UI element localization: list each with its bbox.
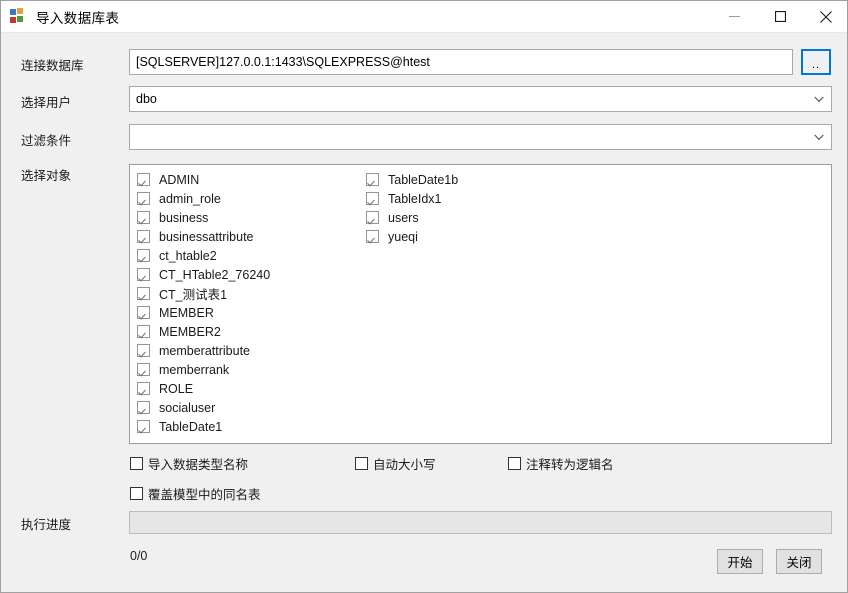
option-overwrite-same-name-tables[interactable]: 覆盖模型中的同名表 [130, 484, 261, 503]
import-database-tables-dialog: 导入数据库表 连接数据库 [SQLSERVER]127.0.0.1:1433\S… [0, 0, 848, 593]
list-item-label: admin_role [159, 191, 221, 206]
list-item-label: ROLE [159, 381, 194, 396]
list-item[interactable]: ROLE [137, 379, 270, 398]
list-item-label: TableIdx1 [388, 191, 442, 206]
checkbox-checked-icon[interactable] [137, 363, 150, 376]
list-item-label: yueqi [388, 229, 418, 244]
option-label: 导入数据类型名称 [148, 458, 249, 472]
start-button[interactable]: 开始 [717, 549, 763, 574]
user-select[interactable]: dbo [129, 86, 832, 112]
checkbox-checked-icon[interactable] [137, 287, 150, 300]
objects-column-right: TableDate1b TableIdx1 users yueqi [366, 170, 458, 246]
list-item[interactable]: memberattribute [137, 341, 270, 360]
list-item[interactable]: TableDate1 [137, 417, 270, 436]
checkbox-checked-icon[interactable] [137, 268, 150, 281]
checkbox-checked-icon[interactable] [137, 173, 150, 186]
checkbox-checked-icon[interactable] [137, 344, 150, 357]
list-item-label: users [388, 210, 419, 225]
checkbox-checked-icon[interactable] [137, 420, 150, 433]
list-item-label: businessattribute [159, 229, 254, 244]
checkbox-checked-icon[interactable] [137, 249, 150, 262]
checkbox-checked-icon[interactable] [137, 325, 150, 338]
checkbox-checked-icon[interactable] [366, 173, 379, 186]
checkbox-icon [355, 457, 368, 470]
maximize-icon [774, 11, 786, 22]
filter-label: 过滤条件 [21, 134, 72, 148]
checkbox-checked-icon[interactable] [137, 192, 150, 205]
progress-count: 0/0 [130, 549, 148, 563]
list-item-label: MEMBER2 [159, 324, 221, 339]
checkbox-checked-icon[interactable] [137, 230, 150, 243]
checkbox-checked-icon[interactable] [137, 382, 150, 395]
filter-select[interactable] [129, 124, 832, 150]
progress-bar [129, 511, 832, 534]
option-auto-case[interactable]: 自动大小写 [355, 454, 436, 473]
list-item-label: TableDate1b [388, 172, 459, 187]
chevron-down-icon [807, 96, 831, 103]
close-button[interactable] [803, 1, 847, 32]
connection-label: 连接数据库 [21, 59, 84, 73]
list-item-label: ct_htable2 [159, 248, 217, 263]
list-item[interactable]: ADMIN [137, 170, 270, 189]
objects-column-left: ADMIN admin_role business businessattribute… [137, 170, 270, 436]
minimize-icon [728, 16, 740, 17]
list-item[interactable]: MEMBER2 [137, 322, 270, 341]
checkbox-icon [130, 457, 143, 470]
chevron-down-icon [807, 134, 831, 141]
list-item[interactable]: CT_HTable2_76240 [137, 265, 270, 284]
checkbox-checked-icon[interactable] [366, 211, 379, 224]
close-dialog-button[interactable]: 关闭 [776, 549, 822, 574]
checkbox-checked-icon[interactable] [366, 230, 379, 243]
checkbox-checked-icon[interactable] [137, 306, 150, 319]
list-item-label: TableDate1 [159, 419, 223, 434]
browse-button-label: .. [811, 58, 821, 71]
window-controls [711, 1, 847, 32]
list-item[interactable]: socialuser [137, 398, 270, 417]
minimize-button[interactable] [711, 1, 757, 32]
list-item-label: MEMBER [159, 305, 214, 320]
user-label: 选择用户 [21, 96, 72, 110]
option-label: 覆盖模型中的同名表 [148, 488, 261, 502]
maximize-button[interactable] [757, 1, 803, 32]
list-item-label: business [159, 210, 209, 225]
list-item[interactable]: TableIdx1 [366, 189, 458, 208]
option-import-datatype-name[interactable]: 导入数据类型名称 [130, 454, 248, 473]
checkbox-icon [508, 457, 521, 470]
browse-button[interactable]: .. [801, 49, 831, 75]
list-item[interactable]: users [366, 208, 458, 227]
list-item[interactable]: ct_htable2 [137, 246, 270, 265]
database-import-icon [10, 7, 28, 26]
list-item-label: memberrank [159, 362, 230, 377]
objects-label: 选择对象 [21, 169, 72, 183]
list-item-label: ADMIN [159, 172, 200, 187]
list-item-label: socialuser [159, 400, 216, 415]
option-label: 自动大小写 [373, 458, 436, 472]
progress-label: 执行进度 [21, 518, 72, 532]
list-item-label: CT_测试表1 [159, 288, 228, 302]
list-item-label: CT_HTable2_76240 [159, 267, 271, 282]
list-item[interactable]: memberrank [137, 360, 270, 379]
option-comment-to-logical-name[interactable]: 注释转为逻辑名 [508, 454, 614, 473]
checkbox-checked-icon[interactable] [137, 211, 150, 224]
list-item[interactable]: yueqi [366, 227, 458, 246]
close-icon [820, 10, 832, 23]
list-item[interactable]: TableDate1b [366, 170, 458, 189]
option-label: 注释转为逻辑名 [526, 458, 614, 472]
list-item[interactable]: businessattribute [137, 227, 270, 246]
list-item[interactable]: admin_role [137, 189, 270, 208]
list-item[interactable]: MEMBER [137, 303, 270, 322]
list-item[interactable]: business [137, 208, 270, 227]
objects-listbox[interactable]: ADMIN admin_role business businessattribute… [129, 164, 832, 444]
checkbox-checked-icon[interactable] [366, 192, 379, 205]
checkbox-icon [130, 487, 143, 500]
checkbox-checked-icon[interactable] [137, 401, 150, 414]
list-item[interactable]: CT_测试表1 [137, 284, 270, 303]
user-select-value: dbo [136, 92, 157, 106]
connection-input[interactable]: [SQLSERVER]127.0.0.1:1433\SQLEXPRESS@hte… [129, 49, 793, 75]
window-title: 导入数据库表 [36, 10, 120, 26]
list-item-label: memberattribute [159, 343, 251, 358]
title-bar: 导入数据库表 [1, 1, 847, 33]
